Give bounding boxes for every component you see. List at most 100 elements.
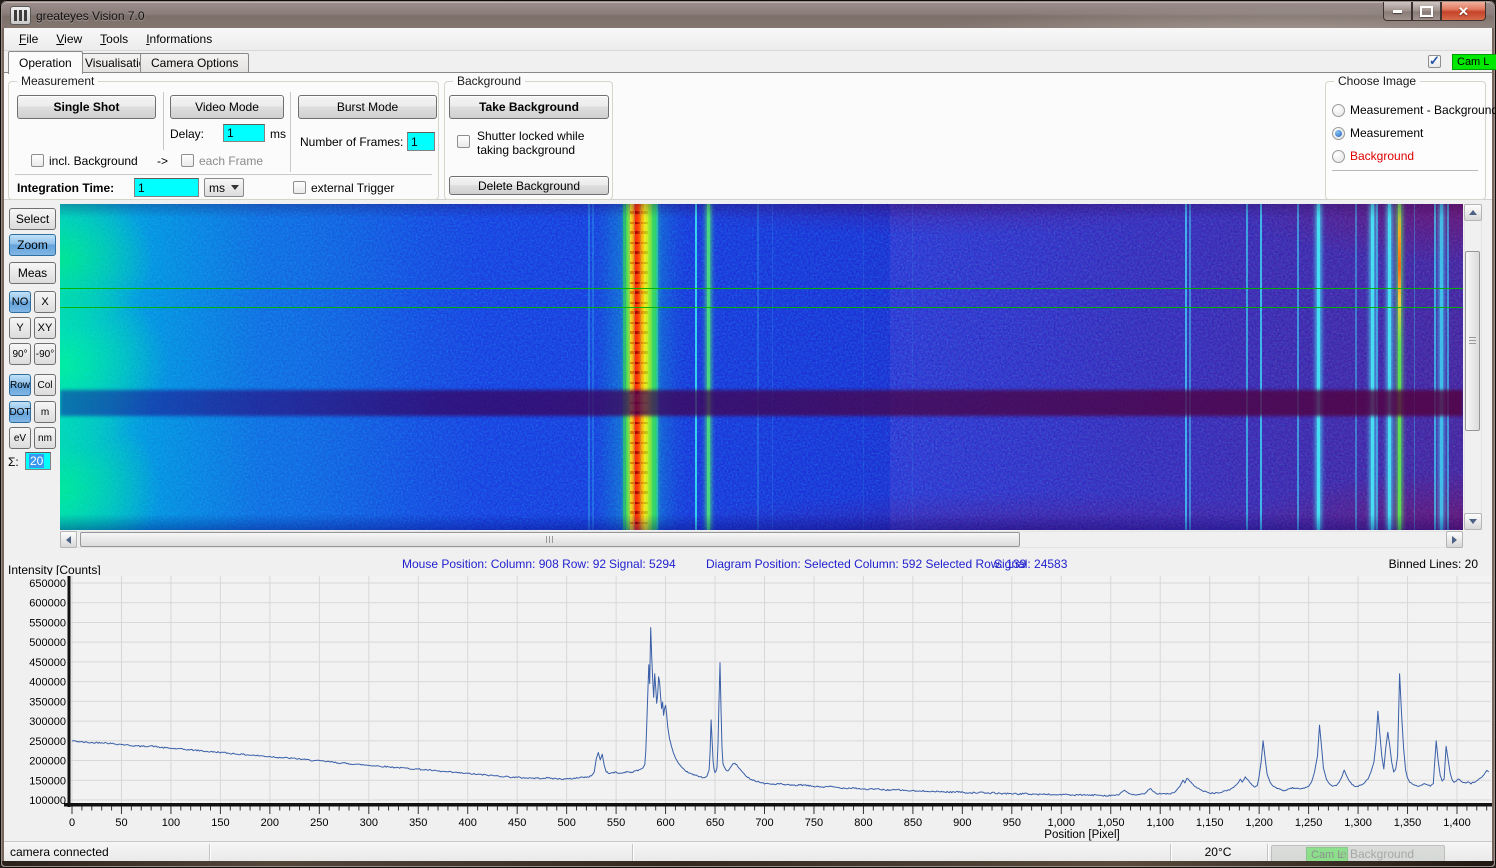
row-tool-button[interactable]: Row — [9, 374, 31, 396]
video-mode-button[interactable]: Video Mode — [170, 95, 284, 119]
temperature-status: 20°C — [1170, 845, 1266, 859]
statusbar: camera connected 20°C Cam L e Background — [4, 841, 1492, 863]
y-tool-button[interactable]: Y — [9, 317, 31, 339]
horizontal-scrollbar-thumb[interactable] — [80, 532, 1020, 547]
scrollbar-grip — [546, 536, 553, 543]
integration-unit-dropdown[interactable]: ms — [204, 178, 244, 197]
each-frame-checkbox[interactable] — [181, 154, 194, 167]
svg-text:500: 500 — [557, 817, 575, 829]
col-tool-button[interactable]: Col — [34, 374, 56, 396]
binned-lines-status: Binned Lines: 20 — [1374, 557, 1478, 571]
meas-tool-button[interactable]: Meas — [9, 262, 56, 284]
ev-unit-button[interactable]: eV — [9, 427, 31, 449]
integration-time-label: Integration Time: — [17, 181, 114, 195]
svg-text:800: 800 — [854, 817, 872, 829]
delay-input[interactable]: 1 — [223, 124, 265, 142]
ghost-text: e Background — [1340, 847, 1414, 861]
intensity-chart[interactable]: 0501001502002503003504004505005506006507… — [4, 575, 1492, 841]
radio-background[interactable] — [1332, 150, 1345, 163]
svg-text:600: 600 — [656, 817, 674, 829]
no-tool-button[interactable]: NO — [9, 291, 31, 313]
m-unit-button[interactable]: m — [34, 401, 56, 423]
menu-file[interactable]: File — [10, 29, 47, 49]
external-trigger-label: external Trigger — [311, 181, 394, 195]
minimize-button[interactable] — [1383, 2, 1412, 21]
rotate-minus-90-button[interactable]: -90° — [34, 343, 56, 365]
svg-text:1,000: 1,000 — [1048, 817, 1076, 829]
burst-mode-button[interactable]: Burst Mode — [298, 95, 437, 119]
delete-background-button[interactable]: Delete Background — [449, 176, 609, 195]
close-button[interactable]: ✕ — [1441, 2, 1486, 21]
titlebar[interactable]: greateyes Vision 7.0 ✕ — [2, 2, 1494, 28]
svg-text:1,300: 1,300 — [1344, 817, 1372, 829]
external-trigger-checkbox[interactable] — [293, 181, 306, 194]
delay-label: Delay: — [170, 127, 204, 141]
incl-background-checkbox[interactable] — [31, 154, 44, 167]
scroll-up-button[interactable] — [1464, 204, 1482, 221]
integration-time-input[interactable]: 1 — [134, 178, 199, 197]
svg-text:250000: 250000 — [29, 736, 66, 748]
single-shot-button[interactable]: Single Shot — [17, 95, 156, 119]
svg-text:150000: 150000 — [29, 775, 66, 787]
svg-text:650: 650 — [706, 817, 724, 829]
svg-text:1,100: 1,100 — [1146, 817, 1174, 829]
background-group-label: Background — [453, 74, 525, 88]
svg-text:450: 450 — [508, 817, 526, 829]
radio-measurement-minus-background[interactable] — [1332, 104, 1345, 117]
statusbar-divider — [209, 844, 210, 861]
maximize-button[interactable] — [1412, 2, 1441, 21]
svg-text:350: 350 — [409, 817, 427, 829]
mouse-signal-status: Signal: 5294 — [609, 557, 676, 571]
xy-tool-button[interactable]: XY — [34, 317, 56, 339]
horizontal-scrollbar[interactable] — [60, 531, 1463, 548]
window-bottom-frame — [2, 861, 1494, 866]
triangle-up-icon — [1469, 210, 1477, 215]
binned-lines-input[interactable]: 20 — [25, 452, 51, 470]
menu-view[interactable]: View — [47, 29, 91, 49]
diagram-position-status: Diagram Position: Selected Column: 592 S… — [706, 557, 1026, 571]
triangle-left-icon — [66, 536, 71, 544]
svg-text:400000: 400000 — [29, 677, 66, 689]
maximize-icon — [1420, 6, 1433, 17]
vertical-scrollbar-thumb[interactable] — [1465, 251, 1480, 431]
svg-text:1,250: 1,250 — [1295, 817, 1323, 829]
scroll-right-button[interactable] — [1446, 531, 1463, 548]
select-tool-button[interactable]: Select — [9, 208, 56, 230]
svg-text:0: 0 — [69, 817, 75, 829]
delay-unit-label: ms — [270, 127, 286, 141]
scroll-down-button[interactable] — [1464, 513, 1482, 530]
menu-tools[interactable]: Tools — [91, 29, 137, 49]
cam-link-checkbox[interactable] — [1428, 55, 1441, 68]
measurement-group-label: Measurement — [17, 74, 98, 88]
app-icon — [10, 6, 31, 25]
minimize-icon — [1393, 10, 1402, 13]
radio-background-label: Background — [1350, 149, 1414, 163]
scroll-left-button[interactable] — [60, 531, 77, 548]
svg-text:Position [Pixel]: Position [Pixel] — [1044, 829, 1119, 841]
x-tool-button[interactable]: X — [34, 291, 56, 313]
nm-unit-button[interactable]: nm — [34, 427, 56, 449]
rotate-90-button[interactable]: 90° — [9, 343, 31, 365]
triangle-down-icon — [1469, 519, 1477, 524]
svg-text:100: 100 — [162, 817, 180, 829]
menu-informations[interactable]: Informations — [137, 29, 221, 49]
status-text-row: Intensity [Counts] Mouse Position: Colum… — [4, 552, 1492, 575]
dot-tool-button[interactable]: DOT — [9, 401, 31, 423]
svg-text:100000: 100000 — [29, 795, 66, 807]
shutter-locked-checkbox[interactable] — [457, 135, 470, 148]
ccd-image-view[interactable] — [60, 204, 1463, 530]
svg-text:500000: 500000 — [29, 637, 66, 649]
number-of-frames-input[interactable]: 1 — [407, 132, 435, 151]
radio-measurement[interactable] — [1332, 127, 1345, 140]
measurement-group: Measurement Single Shot Video Mode Delay… — [8, 81, 439, 200]
tab-operation[interactable]: Operation — [8, 51, 83, 74]
tabstrip: Operation Visualisation Camera Options C… — [4, 51, 1492, 73]
zoom-tool-button[interactable]: Zoom — [9, 234, 56, 256]
tab-camera-options[interactable]: Camera Options — [140, 53, 249, 73]
take-background-button[interactable]: Take Background — [449, 95, 609, 119]
shutter-locked-label-line1: Shutter locked while — [477, 129, 584, 143]
vertical-scrollbar[interactable] — [1464, 204, 1482, 530]
ccd-bottom-vignette — [60, 204, 1463, 530]
measurement-separator-3 — [15, 174, 432, 175]
svg-text:350000: 350000 — [29, 696, 66, 708]
